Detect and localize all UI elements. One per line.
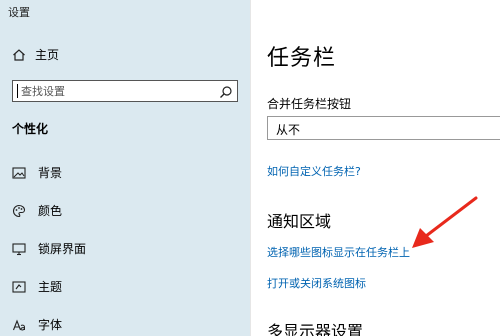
sidebar-item-lock-screen[interactable]: 锁屏界面 — [12, 240, 86, 256]
sidebar-item-background[interactable]: 背景 — [12, 164, 62, 180]
lock-screen-icon — [12, 241, 26, 256]
notification-area-heading: 通知区域 — [267, 212, 332, 231]
sidebar-item-label: 背景 — [38, 165, 63, 180]
page-title: 任务栏 — [267, 46, 337, 71]
search-icon[interactable] — [219, 84, 233, 103]
customize-taskbar-link[interactable]: 如何自定义任务栏? — [267, 163, 361, 179]
image-icon — [12, 165, 26, 179]
home-icon — [12, 47, 26, 61]
font-icon — [12, 317, 26, 331]
sidebar-item-home[interactable]: 主页 — [12, 46, 59, 62]
search-field[interactable] — [12, 80, 238, 102]
dropdown-value: 从不 — [276, 123, 301, 137]
sidebar-item-label: 主题 — [38, 279, 63, 294]
section-title: 个性化 — [12, 122, 49, 136]
main-content: 任务栏 合并任务栏按钮 从不 如何自定义任务栏? 通知区域 选择哪些图标显示在任… — [251, 0, 500, 336]
sidebar: 设置 主页 个性化 背景 颜色 锁屏界面 主题 — [0, 0, 250, 336]
select-taskbar-icons-link[interactable]: 选择哪些图标显示在任务栏上 — [267, 244, 410, 260]
sidebar-item-label: 颜色 — [38, 203, 63, 218]
sidebar-item-label: 字体 — [38, 317, 63, 332]
theme-icon — [12, 279, 26, 293]
sidebar-item-colors[interactable]: 颜色 — [12, 202, 62, 218]
search-input[interactable] — [15, 83, 215, 99]
combine-buttons-dropdown[interactable]: 从不 — [267, 116, 500, 140]
sidebar-item-fonts[interactable]: 字体 — [12, 316, 62, 332]
system-icons-link[interactable]: 打开或关闭系统图标 — [267, 275, 366, 291]
multi-display-heading: 多显示器设置 — [267, 322, 364, 336]
window-title: 设置 — [8, 6, 30, 19]
sidebar-item-label: 主页 — [35, 47, 60, 62]
sidebar-item-themes[interactable]: 主题 — [12, 278, 62, 294]
sidebar-item-label: 锁屏界面 — [38, 241, 87, 256]
combine-buttons-label: 合并任务栏按钮 — [267, 97, 352, 111]
palette-icon — [12, 203, 26, 218]
